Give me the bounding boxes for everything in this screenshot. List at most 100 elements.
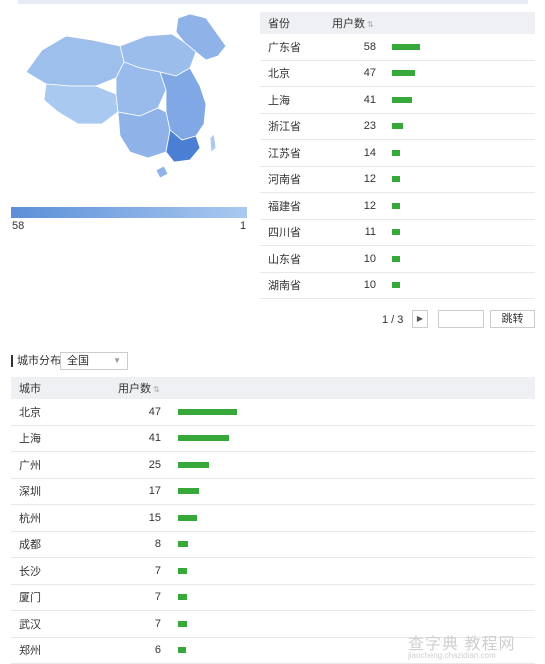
province-row-count: 47 [330, 67, 376, 79]
province-count-header-label: 用户数 [332, 18, 365, 30]
map-region-xinjiang[interactable] [26, 36, 124, 86]
city-row[interactable]: 成都 8 [11, 532, 535, 559]
province-count-header[interactable]: 用户数⇅ [332, 15, 374, 31]
city-row-name: 上海 [19, 430, 41, 446]
map-region-tibet[interactable] [44, 84, 118, 124]
province-row-bar [392, 44, 420, 50]
sort-icon[interactable]: ⇅ [153, 385, 160, 394]
city-row-bar [178, 647, 186, 653]
page-info: 1 / 3 [382, 314, 403, 326]
city-row-bar [178, 435, 229, 441]
region-select[interactable]: 全国 ▼ [60, 352, 128, 370]
next-page-button[interactable]: ▶ [412, 310, 428, 328]
legend-min-label: 58 [12, 220, 24, 232]
province-row-count: 10 [330, 253, 376, 265]
province-row-name: 上海 [268, 92, 290, 108]
map-region-taiwan[interactable] [210, 134, 216, 152]
map-legend-gradient [11, 207, 247, 218]
province-row-name: 浙江省 [268, 118, 301, 134]
pagination: 1 / 3 ▶ 跳转 [260, 310, 535, 330]
city-row[interactable]: 北京 47 [11, 399, 535, 426]
city-row-bar [178, 568, 187, 574]
province-row-name: 四川省 [268, 224, 301, 240]
city-row-count: 7 [111, 591, 161, 603]
chevron-down-icon: ▼ [113, 353, 121, 369]
province-row-count: 12 [330, 200, 376, 212]
province-row-name: 山东省 [268, 251, 301, 267]
city-row-name: 武汉 [19, 616, 41, 632]
city-row-name: 长沙 [19, 563, 41, 579]
province-row[interactable]: 湖南省10 [260, 273, 535, 300]
city-row[interactable]: 厦门 7 [11, 585, 535, 612]
province-row[interactable]: 上海 41 [260, 87, 535, 114]
city-row-bar [178, 515, 197, 521]
city-row-bar [178, 488, 199, 494]
city-row-count: 8 [111, 538, 161, 550]
legend-max-label: 1 [240, 220, 246, 232]
province-row-name: 北京 [268, 65, 290, 81]
city-row-bar [178, 594, 187, 600]
city-count-header-label: 用户数 [118, 383, 151, 395]
province-row-bar [392, 256, 400, 262]
province-row[interactable]: 浙江省23 [260, 114, 535, 141]
city-row-count: 7 [111, 618, 161, 630]
city-row-count: 41 [111, 432, 161, 444]
city-row-count: 25 [111, 459, 161, 471]
city-row-name: 广州 [19, 457, 41, 473]
sort-icon[interactable]: ⇅ [367, 20, 374, 29]
province-row-name: 福建省 [268, 198, 301, 214]
province-row-count: 12 [330, 173, 376, 185]
province-row-count: 11 [330, 226, 376, 238]
province-row-count: 14 [330, 147, 376, 159]
city-row-count: 47 [111, 406, 161, 418]
city-row-name: 成都 [19, 536, 41, 552]
province-row-bar [392, 176, 400, 182]
province-row-name: 江苏省 [268, 145, 301, 161]
province-row[interactable]: 北京 47 [260, 61, 535, 88]
city-row[interactable]: 长沙 7 [11, 558, 535, 585]
city-row-count: 15 [111, 512, 161, 524]
city-row-count: 6 [111, 644, 161, 656]
province-header: 省份 [268, 15, 290, 31]
city-row[interactable]: 深圳17 [11, 479, 535, 506]
page-jump-input[interactable] [438, 310, 484, 328]
city-row-name: 厦门 [19, 589, 41, 605]
map-region-south[interactable] [118, 108, 170, 158]
province-table-header: 省份 用户数⇅ [260, 12, 535, 34]
region-select-value: 全国 [67, 355, 89, 367]
city-row-name: 杭州 [19, 510, 41, 526]
province-row-bar [392, 150, 400, 156]
province-row-name: 河南省 [268, 171, 301, 187]
city-count-header[interactable]: 用户数⇅ [118, 380, 160, 396]
province-row[interactable]: 山东省 10 [260, 246, 535, 273]
province-row-name: 广东省 [268, 39, 301, 55]
city-row[interactable]: 广州 25 [11, 452, 535, 479]
province-table: 省份 用户数⇅ 广东省 58 北京 47 上海 41 浙江省23 江苏省 14 河南省 12 福建省 1… [260, 12, 535, 299]
city-row-bar [178, 621, 187, 627]
city-row-bar [178, 541, 188, 547]
city-section-label: 城市分布 [11, 355, 61, 367]
watermark-url: jiaocheng.chazidian.com [408, 651, 496, 660]
province-row[interactable]: 福建省 12 [260, 193, 535, 220]
province-row-name: 湖南省 [268, 277, 301, 293]
jump-button[interactable]: 跳转 [490, 310, 535, 328]
province-row-bar [392, 282, 400, 288]
city-row-name: 北京 [19, 404, 41, 420]
province-row-count: 41 [330, 94, 376, 106]
city-row-count: 7 [111, 565, 161, 577]
china-map[interactable] [20, 12, 250, 182]
province-row-count: 58 [330, 41, 376, 53]
province-row-bar [392, 97, 412, 103]
province-row[interactable]: 江苏省 14 [260, 140, 535, 167]
province-row[interactable]: 河南省 12 [260, 167, 535, 194]
city-row[interactable]: 杭州 15 [11, 505, 535, 532]
province-row[interactable]: 四川省 11 [260, 220, 535, 247]
province-row-bar [392, 229, 400, 235]
city-table: 城市 用户数⇅ 北京 47 上海 41 广州 25 深圳17 杭州 15 成都 8 长沙 7 厦门 7 武汉 7… [11, 377, 535, 664]
province-row-bar [392, 123, 403, 129]
province-row[interactable]: 广东省 58 [260, 34, 535, 61]
province-row-bar [392, 70, 415, 76]
city-header: 城市 [19, 380, 41, 396]
city-row[interactable]: 上海 41 [11, 426, 535, 453]
map-region-hainan[interactable] [156, 166, 168, 178]
